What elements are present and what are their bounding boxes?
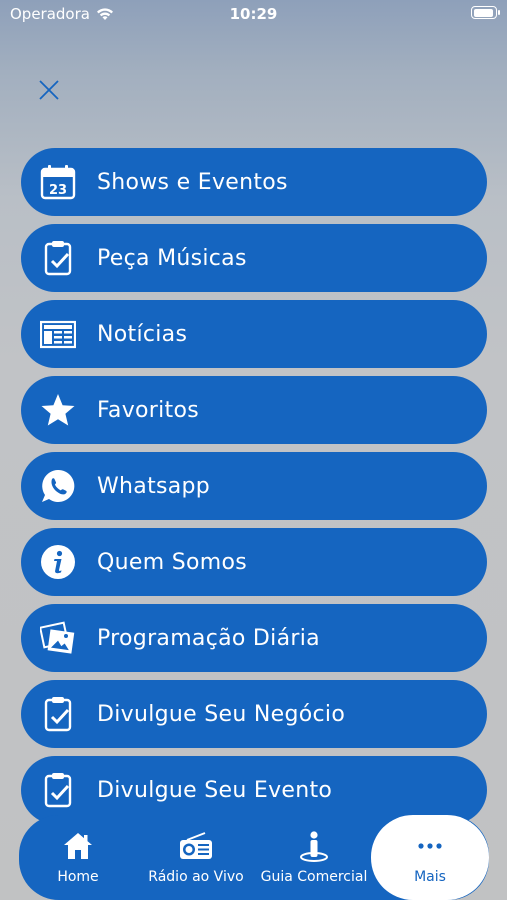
tab-bar: Home Rádio ao Vivo Guia Comercial Mais — [19, 815, 489, 900]
star-icon — [40, 392, 76, 428]
tab-guia-comercial[interactable]: Guia Comercial — [255, 815, 373, 900]
close-button[interactable] — [36, 77, 62, 103]
tab-mais[interactable]: Mais — [371, 815, 489, 900]
menu-item-label: Quem Somos — [97, 549, 247, 575]
tab-radio-ao-vivo[interactable]: Rádio ao Vivo — [137, 815, 255, 900]
menu-item-label: Programação Diária — [97, 625, 320, 651]
info-icon — [40, 544, 76, 580]
menu-item-label: Favoritos — [97, 397, 200, 423]
calendar-day: 23 — [49, 183, 67, 198]
clipboard-check-icon — [40, 240, 76, 276]
home-icon — [62, 829, 94, 863]
menu-item-divulgue-evento[interactable]: Divulgue Seu Evento — [21, 756, 487, 824]
menu-item-label: Whatsapp — [97, 473, 211, 499]
whatsapp-icon — [40, 468, 76, 504]
tab-home[interactable]: Home — [19, 815, 137, 900]
menu-item-label: Peça Músicas — [97, 245, 247, 271]
status-bar: Operadora 10:29 — [0, 0, 507, 30]
menu-item-programacao-diaria[interactable]: Programação Diária — [21, 604, 487, 672]
guide-icon — [299, 829, 329, 863]
close-icon — [39, 80, 59, 100]
menu-item-label: Shows e Eventos — [97, 169, 288, 195]
menu-item-whatsapp[interactable]: Whatsapp — [21, 452, 487, 520]
more-icon — [418, 829, 442, 863]
menu-item-label: Notícias — [97, 321, 188, 347]
menu-item-label: Divulgue Seu Evento — [97, 777, 333, 803]
newspaper-icon — [40, 316, 76, 352]
menu-item-quem-somos[interactable]: Quem Somos — [21, 528, 487, 596]
menu-item-noticias[interactable]: Notícias — [21, 300, 487, 368]
tab-label: Guia Comercial — [260, 869, 368, 885]
photos-icon — [40, 620, 76, 656]
clipboard-check-icon — [40, 696, 76, 732]
radio-icon — [179, 829, 213, 863]
tab-label: Home — [57, 869, 99, 885]
menu-item-label: Divulgue Seu Negócio — [97, 701, 346, 727]
menu-item-shows-eventos[interactable]: 23 Shows e Eventos — [21, 148, 487, 216]
battery-icon — [471, 6, 500, 19]
tab-label: Rádio ao Vivo — [148, 869, 244, 885]
menu-item-favoritos[interactable]: Favoritos — [21, 376, 487, 444]
menu-item-divulgue-negocio[interactable]: Divulgue Seu Negócio — [21, 680, 487, 748]
menu-item-peca-musicas[interactable]: Peça Músicas — [21, 224, 487, 292]
clipboard-check-icon — [40, 772, 76, 808]
tab-label: Mais — [414, 869, 446, 885]
status-time: 10:29 — [229, 5, 278, 23]
calendar-icon: 23 — [40, 164, 76, 200]
